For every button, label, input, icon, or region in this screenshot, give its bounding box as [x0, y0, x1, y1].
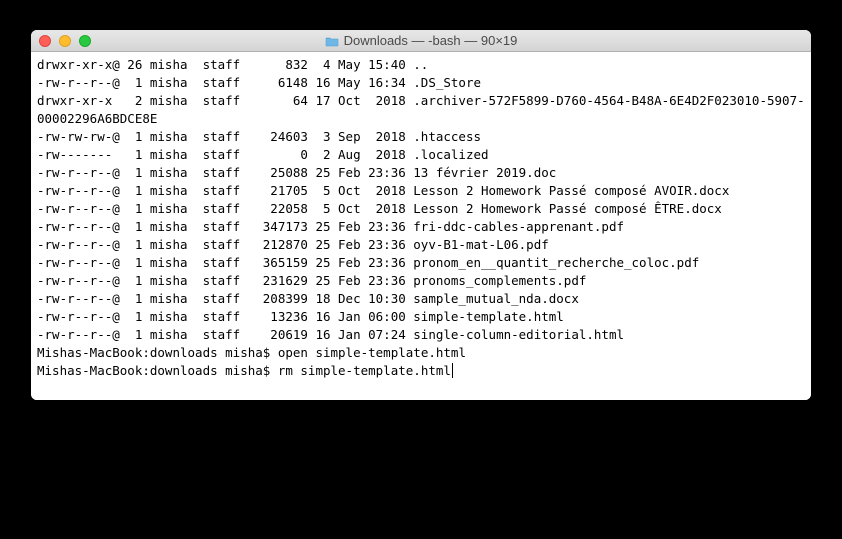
command-text: open simple-template.html [278, 345, 466, 360]
minimize-button[interactable] [59, 35, 71, 47]
prompt-line: Mishas-MacBook:downloads misha$ open sim… [37, 344, 805, 362]
listing-row: -rw-r--r--@ 1 misha staff 22058 5 Oct 20… [37, 200, 805, 218]
command-text: rm simple-template.html [278, 363, 451, 378]
listing-row: -rw-r--r--@ 1 misha staff 208399 18 Dec … [37, 290, 805, 308]
titlebar[interactable]: Downloads — -bash — 90×19 [31, 30, 811, 52]
listing-row: -rw-r--r--@ 1 misha staff 25088 25 Feb 2… [37, 164, 805, 182]
listing-row: -rw-r--r--@ 1 misha staff 365159 25 Feb … [37, 254, 805, 272]
traffic-lights [39, 35, 91, 47]
listing-row: -rw-r--r--@ 1 misha staff 6148 16 May 16… [37, 74, 805, 92]
folder-icon [325, 35, 339, 46]
listing-row: -rw-r--r--@ 1 misha staff 20619 16 Jan 0… [37, 326, 805, 344]
listing-row: -rw-r--r--@ 1 misha staff 13236 16 Jan 0… [37, 308, 805, 326]
listing-row: -rw-r--r--@ 1 misha staff 347173 25 Feb … [37, 218, 805, 236]
listing-row: -rw-rw-rw-@ 1 misha staff 24603 3 Sep 20… [37, 128, 805, 146]
window-title-area: Downloads — -bash — 90×19 [31, 33, 811, 48]
prompt-text: Mishas-MacBook:downloads misha$ [37, 363, 278, 378]
window-title: Downloads — -bash — 90×19 [344, 33, 518, 48]
maximize-button[interactable] [79, 35, 91, 47]
listing-row: -rw-r--r--@ 1 misha staff 212870 25 Feb … [37, 236, 805, 254]
listing-row: drwxr-xr-x@ 26 misha staff 832 4 May 15:… [37, 56, 805, 74]
listing-row: -rw-r--r--@ 1 misha staff 21705 5 Oct 20… [37, 182, 805, 200]
terminal-window: Downloads — -bash — 90×19 drwxr-xr-x@ 26… [31, 30, 811, 400]
terminal-body[interactable]: drwxr-xr-x@ 26 misha staff 832 4 May 15:… [31, 52, 811, 400]
listing-row: -rw-r--r--@ 1 misha staff 231629 25 Feb … [37, 272, 805, 290]
prompt-text: Mishas-MacBook:downloads misha$ [37, 345, 278, 360]
text-cursor [452, 363, 453, 378]
close-button[interactable] [39, 35, 51, 47]
listing-row: drwxr-xr-x 2 misha staff 64 17 Oct 2018 … [37, 92, 805, 128]
prompt-line: Mishas-MacBook:downloads misha$ rm simpl… [37, 362, 805, 380]
listing-row: -rw------- 1 misha staff 0 2 Aug 2018 .l… [37, 146, 805, 164]
